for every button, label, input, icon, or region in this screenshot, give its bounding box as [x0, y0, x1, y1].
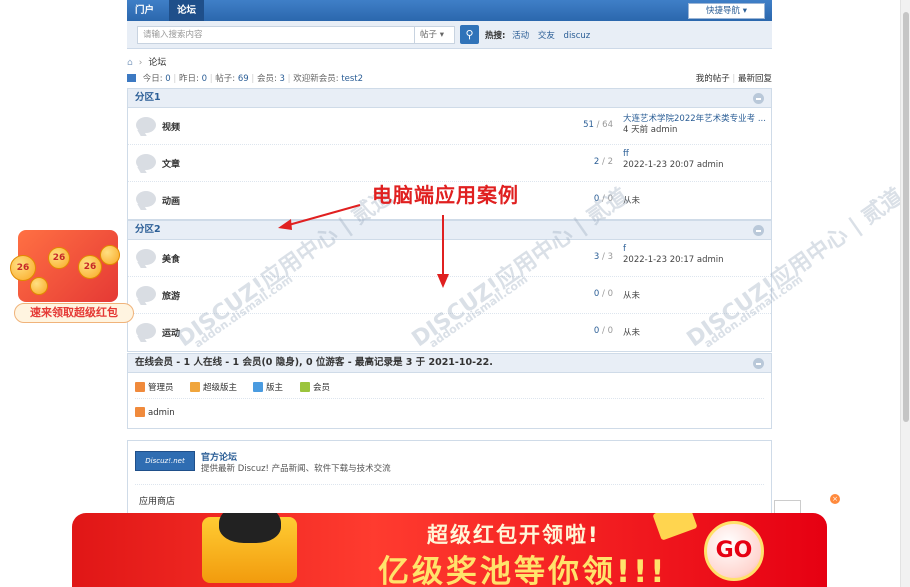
- tmall-cat-icon: [219, 513, 281, 543]
- coin-icon: 26: [10, 255, 36, 281]
- banner-subheadline: 亿级奖池等你领!!!: [378, 554, 668, 587]
- arrow-head: [278, 219, 292, 230]
- scrollbar-thumb[interactable]: [903, 12, 909, 422]
- coin-icon: 26: [78, 255, 102, 279]
- scrollbar[interactable]: [900, 0, 910, 587]
- coin-icon: [100, 245, 120, 265]
- banner-headline: 超级红包开领啦!: [427, 523, 600, 547]
- promo-banner[interactable]: 超级红包开领啦! 亿级奖池等你领!!! GO: [72, 513, 827, 587]
- coin-icon: [30, 277, 48, 295]
- arrow-head: [437, 274, 449, 288]
- close-icon[interactable]: ×: [830, 494, 840, 504]
- side-promo[interactable]: 26 26 26 速来领取超级红包: [0, 225, 135, 325]
- arrow-line: [284, 204, 361, 227]
- annotation-arrows: [278, 204, 449, 288]
- coupon-icon: [652, 513, 698, 541]
- go-button[interactable]: GO: [704, 521, 764, 581]
- side-promo-label[interactable]: 速来领取超级红包: [14, 303, 134, 323]
- coin-icon: 26: [48, 247, 70, 269]
